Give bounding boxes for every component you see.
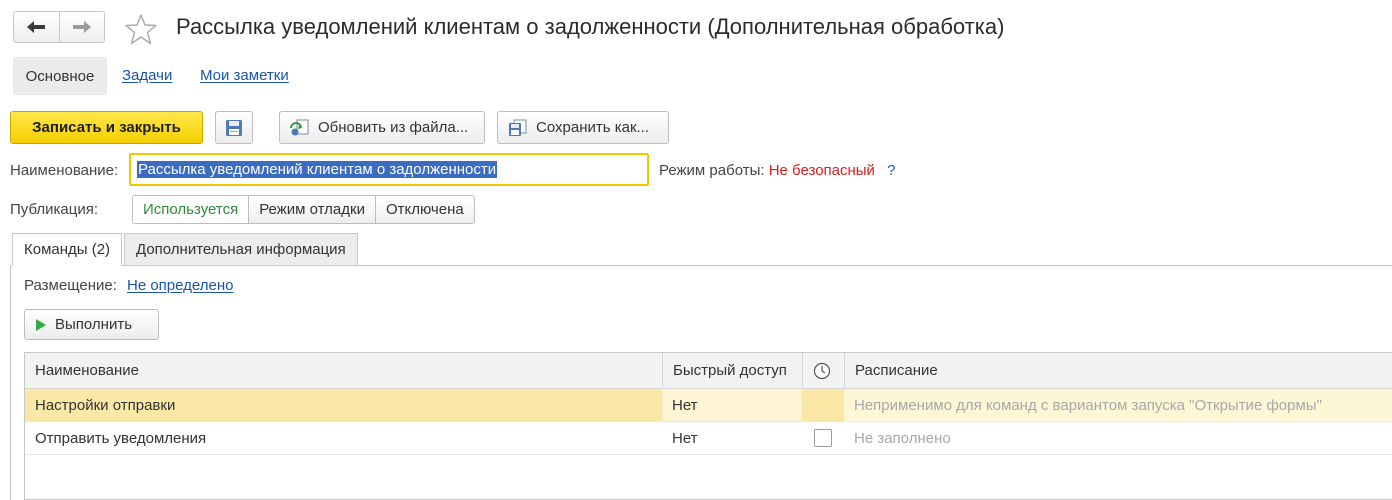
forward-button[interactable]	[58, 12, 105, 42]
play-icon	[35, 318, 47, 331]
save-as-button[interactable]: Сохранить как...	[497, 111, 669, 144]
placement-link[interactable]: Не определено	[127, 277, 233, 294]
update-from-file-icon	[290, 119, 310, 137]
table-header: Наименование Быстрый доступ Расписание	[25, 353, 1392, 389]
name-label: Наименование:	[10, 162, 119, 179]
run-button[interactable]: Выполнить	[24, 309, 159, 340]
tab-additional-info[interactable]: Дополнительная информация	[124, 233, 358, 266]
floppy-disk-icon	[226, 119, 242, 136]
table-row[interactable]: Настройки отправки Нет Неприменимо для к…	[25, 389, 1392, 422]
col-name-header[interactable]: Наименование	[25, 353, 662, 388]
save-as-icon	[508, 119, 528, 137]
tab-notes[interactable]: Мои заметки	[200, 67, 289, 84]
history-nav	[13, 11, 105, 43]
publication-option-disabled[interactable]: Отключена	[374, 196, 474, 223]
back-button[interactable]	[14, 12, 59, 42]
run-button-label: Выполнить	[55, 316, 133, 333]
publication-option-debug[interactable]: Режим отладки	[248, 196, 375, 223]
col-scheduled-header[interactable]	[802, 353, 844, 388]
publication-option-used[interactable]: Используется	[133, 196, 249, 223]
help-link[interactable]: ?	[887, 162, 895, 179]
mode-value[interactable]: Не безопасный	[769, 162, 875, 179]
col-quick-access-header[interactable]: Быстрый доступ	[662, 353, 802, 388]
row-schedule: Неприменимо для команд с вариантом запус…	[844, 389, 1392, 421]
col-schedule-header[interactable]: Расписание	[844, 353, 1392, 388]
publication-selector: Используется Режим отладки Отключена	[132, 195, 475, 224]
row-name: Отправить уведомления	[35, 429, 207, 447]
tab-tasks[interactable]: Задачи	[122, 67, 172, 84]
row-scheduled	[802, 389, 844, 421]
star-icon[interactable]	[124, 12, 158, 46]
arrow-right-icon	[72, 21, 91, 33]
update-from-file-button[interactable]: Обновить из файла...	[279, 111, 485, 144]
panel-border	[10, 265, 11, 500]
table-row[interactable]: Отправить уведомления Нет Не заполнено	[25, 422, 1392, 455]
save-close-button[interactable]: Записать и закрыть	[10, 111, 203, 144]
mode-label: Режим работы:	[659, 162, 765, 179]
name-value: Рассылка уведомлений клиентам о задолжен…	[137, 161, 498, 178]
publication-label: Публикация:	[10, 201, 98, 218]
row-quick-access: Нет	[662, 389, 802, 421]
row-name: Настройки отправки	[35, 396, 176, 414]
row-scheduled	[802, 422, 844, 454]
save-button[interactable]	[215, 111, 253, 144]
clock-icon	[813, 362, 831, 379]
name-field[interactable]: Рассылка уведомлений клиентам о задолжен…	[129, 153, 649, 186]
arrow-left-icon	[27, 21, 46, 33]
placement-label: Размещение:	[24, 277, 117, 294]
save-as-label: Сохранить как...	[536, 119, 650, 136]
update-from-file-label: Обновить из файла...	[318, 119, 469, 136]
mode-row: Режим работы: Не безопасный ?	[659, 162, 895, 179]
row-quick-access: Нет	[672, 429, 698, 447]
tab-commands[interactable]: Команды (2)	[12, 233, 123, 266]
commands-table: Наименование Быстрый доступ Расписание Н…	[24, 352, 1392, 500]
tab-main[interactable]: Основное	[13, 57, 107, 95]
scheduled-checkbox[interactable]	[814, 429, 832, 447]
row-schedule: Не заполнено	[854, 429, 951, 447]
window-title: Рассылка уведомлений клиентам о задолжен…	[176, 14, 1005, 39]
